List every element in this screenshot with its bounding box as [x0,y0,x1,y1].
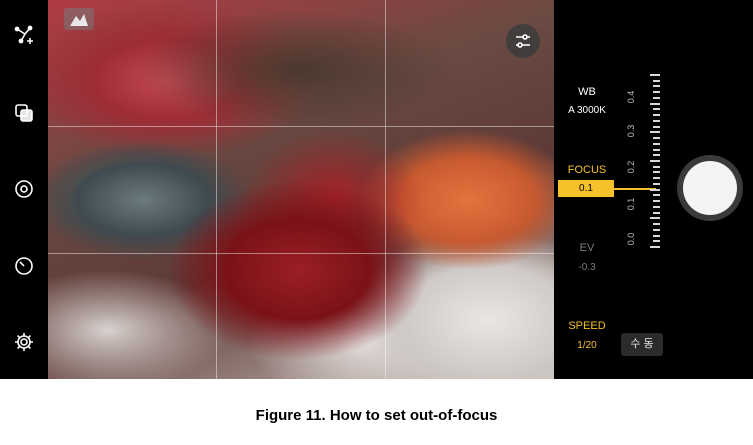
ruler-tick [653,182,660,185]
ruler-tick [653,165,660,168]
ruler-tick [653,79,660,82]
ev-value[interactable]: -0.3 [556,262,618,273]
grid-line [385,0,386,379]
camera-switch-icon[interactable] [9,174,39,204]
ruler-tick [653,240,660,243]
histogram-icon[interactable] [64,8,94,30]
settings-icon[interactable] [9,327,39,357]
ruler-tick [653,91,660,94]
camera-screen: WB A 3000K FOCUS 0.1 EV -0.3 SPEED 1/20 … [0,0,753,379]
wb-label[interactable]: WB [556,86,618,98]
ruler-tick [653,148,660,151]
pro-mode-panel: WB A 3000K FOCUS 0.1 EV -0.3 SPEED 1/20 … [554,0,753,379]
grid-line [48,253,554,254]
ruler-tick [653,228,660,231]
shutter-button-inner [683,161,737,215]
ruler-tick [653,223,660,226]
focus-ruler[interactable] [646,74,660,248]
ruler-tick [650,188,660,191]
ruler-tick [653,200,660,203]
ev-label[interactable]: EV [556,242,618,254]
shutter-button[interactable] [677,155,743,221]
ruler-tick [653,211,660,214]
ruler-tick [653,194,660,197]
timer-icon[interactable] [9,251,39,281]
ruler-label: 0.4 [626,90,636,104]
ruler-tick [653,114,660,117]
ruler-label: 0.3 [626,124,636,138]
ruler-tick [650,217,660,220]
ruler-tick [650,160,660,162]
ruler-tick [653,96,660,99]
viewfinder-preview[interactable] [48,0,554,379]
ruler-tick [653,119,660,122]
figure-caption: Figure 11. How to set out-of-focus [255,407,498,424]
selfie-transform-icon[interactable] [9,20,39,50]
grid-line [48,126,554,127]
ruler-tick [653,142,660,145]
speed-value[interactable]: 1/20 [556,340,618,351]
ruler-tick [653,125,660,128]
ruler-tick [653,108,660,111]
wb-value[interactable]: A 3000K [556,105,618,116]
ruler-label: 0.2 [626,160,636,174]
ruler-tick [653,171,660,174]
focus-label[interactable]: FOCUS [556,164,618,176]
ruler-label: 0.0 [626,232,636,246]
sliders-icon[interactable] [506,24,540,58]
ruler-tick [653,154,660,157]
left-control-bar [0,0,48,379]
ruler-tick [650,102,660,105]
ruler-tick [653,234,660,237]
manual-mode-button[interactable]: 수 동 [621,333,663,356]
ruler-tick [653,177,660,180]
ruler-tick [650,74,660,76]
focus-value[interactable]: 0.1 [558,180,614,197]
speed-label[interactable]: SPEED [556,320,618,332]
ruler-tick [653,205,660,208]
ruler-tick [650,131,660,134]
layers-icon[interactable] [9,98,39,128]
grid-line [216,0,217,379]
ruler-label: 0.1 [626,197,636,211]
ruler-tick [650,246,660,248]
ruler-tick [653,137,660,140]
ruler-tick [653,85,660,88]
